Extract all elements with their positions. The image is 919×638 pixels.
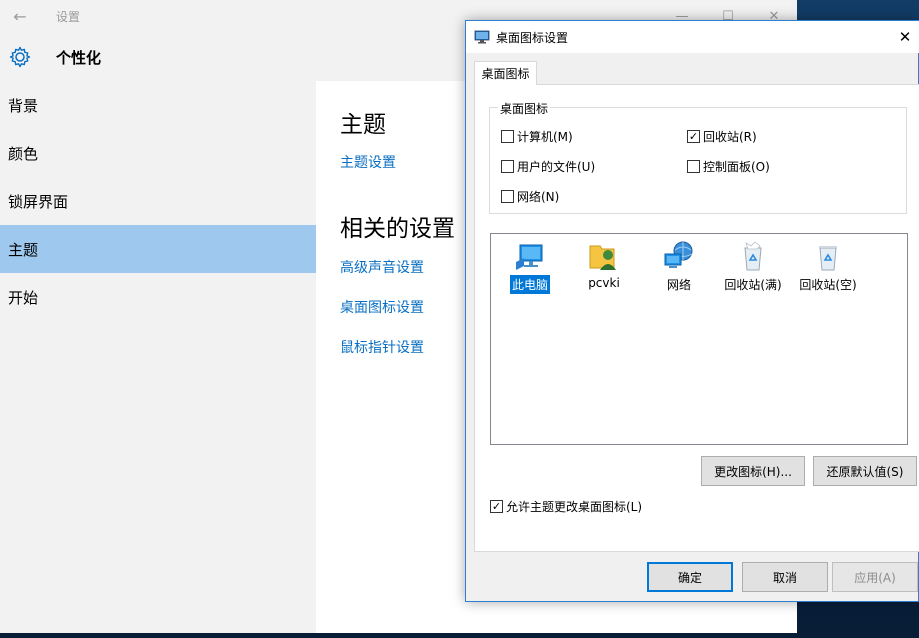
- checkbox-box[interactable]: [687, 160, 700, 173]
- recycle-bin-checkbox-label: 回收站(R): [703, 130, 757, 144]
- icon-list[interactable]: 此电脑 pcvki 网络 回收站(满) 回收站(空): [490, 233, 908, 445]
- control-panel-checkbox[interactable]: 控制面板(O): [687, 158, 770, 175]
- dialog-title: 桌面图标设置: [496, 30, 569, 45]
- this-pc-icon: [516, 244, 543, 270]
- desktop-icon-settings-link[interactable]: 桌面图标设置: [340, 297, 424, 317]
- checkbox-box[interactable]: [501, 190, 514, 203]
- network-checkbox[interactable]: 网络(N): [501, 188, 559, 205]
- window-title: 设置: [56, 10, 81, 24]
- checkbox-box[interactable]: [501, 160, 514, 173]
- checkbox-box-checked[interactable]: ✓: [687, 130, 700, 143]
- icon-label: 回收站(满): [724, 278, 782, 292]
- back-arrow-icon[interactable]: ←: [0, 0, 40, 33]
- allow-themes-checkbox-label: 允许主题更改桌面图标(L): [506, 500, 643, 514]
- gear-icon: [0, 33, 40, 81]
- sidebar: 背景 颜色 锁屏界面 主题 开始: [0, 81, 316, 633]
- cancel-button[interactable]: 取消: [742, 562, 828, 592]
- apply-button[interactable]: 应用(A): [832, 562, 918, 592]
- groupbox-label: 桌面图标: [498, 100, 551, 117]
- ok-button[interactable]: 确定: [647, 562, 733, 592]
- recycle-bin-checkbox[interactable]: ✓ 回收站(R): [687, 128, 757, 145]
- user-files-checkbox[interactable]: 用户的文件(U): [501, 158, 595, 175]
- page-title: 个性化: [56, 48, 102, 67]
- close-icon[interactable]: ✕: [890, 21, 919, 53]
- network-icon: [664, 241, 693, 268]
- desktop-settings-icon: [474, 30, 490, 44]
- mouse-pointer-settings-link[interactable]: 鼠标指针设置: [340, 337, 424, 357]
- user-folder-icon: [589, 245, 616, 270]
- icon-label: 网络: [666, 278, 691, 292]
- restore-default-button[interactable]: 还原默认值(S): [813, 456, 917, 486]
- allow-themes-checkbox[interactable]: ✓ 允许主题更改桌面图标(L): [490, 498, 642, 515]
- icon-label: 回收站(空): [799, 278, 857, 292]
- icon-item-user[interactable]: pcvki: [567, 240, 641, 291]
- sidebar-item-themes[interactable]: 主题: [0, 225, 316, 273]
- tab-desktop-icons[interactable]: 桌面图标: [474, 61, 537, 85]
- desktop-icon-settings-dialog: 桌面图标设置 ✕ 桌面图标 桌面图标 计算机(M) ✓ 回收站(R) 用户的文件…: [465, 20, 919, 602]
- sidebar-item-start[interactable]: 开始: [0, 273, 316, 321]
- computer-checkbox-label: 计算机(M): [517, 130, 573, 144]
- checkbox-box[interactable]: [501, 130, 514, 143]
- control-panel-checkbox-label: 控制面板(O): [703, 160, 770, 174]
- tab-panel: 桌面图标 计算机(M) ✓ 回收站(R) 用户的文件(U) 控制面板(O) 网络…: [474, 84, 919, 552]
- computer-checkbox[interactable]: 计算机(M): [501, 128, 573, 145]
- sidebar-item-colors[interactable]: 颜色: [0, 129, 316, 177]
- icon-item-network[interactable]: 网络: [642, 240, 716, 294]
- recycle-bin-empty-icon: [819, 246, 837, 271]
- desktop-icons-groupbox: 桌面图标 计算机(M) ✓ 回收站(R) 用户的文件(U) 控制面板(O) 网络…: [489, 100, 907, 214]
- icon-label: 此电脑: [509, 275, 550, 294]
- themes-heading: 主题: [340, 112, 386, 138]
- change-icon-button[interactable]: 更改图标(H)...: [701, 456, 805, 486]
- icon-item-recycle-bin-full[interactable]: 回收站(满): [716, 240, 790, 294]
- checkbox-box-checked[interactable]: ✓: [490, 500, 503, 513]
- recycle-bin-full-icon: [744, 241, 762, 271]
- theme-settings-link[interactable]: 主题设置: [340, 152, 396, 172]
- network-checkbox-label: 网络(N): [517, 190, 560, 204]
- icon-item-recycle-bin-empty[interactable]: 回收站(空): [791, 240, 865, 294]
- related-settings-heading: 相关的设置: [340, 216, 455, 242]
- advanced-sound-settings-link[interactable]: 高级声音设置: [340, 257, 424, 277]
- sidebar-item-background[interactable]: 背景: [0, 81, 316, 129]
- sidebar-item-lock-screen[interactable]: 锁屏界面: [0, 177, 316, 225]
- icon-label: pcvki: [588, 276, 620, 290]
- icon-item-this-pc[interactable]: 此电脑: [493, 240, 567, 294]
- dialog-titlebar: 桌面图标设置 ✕: [466, 21, 919, 53]
- user-files-checkbox-label: 用户的文件(U): [517, 160, 596, 174]
